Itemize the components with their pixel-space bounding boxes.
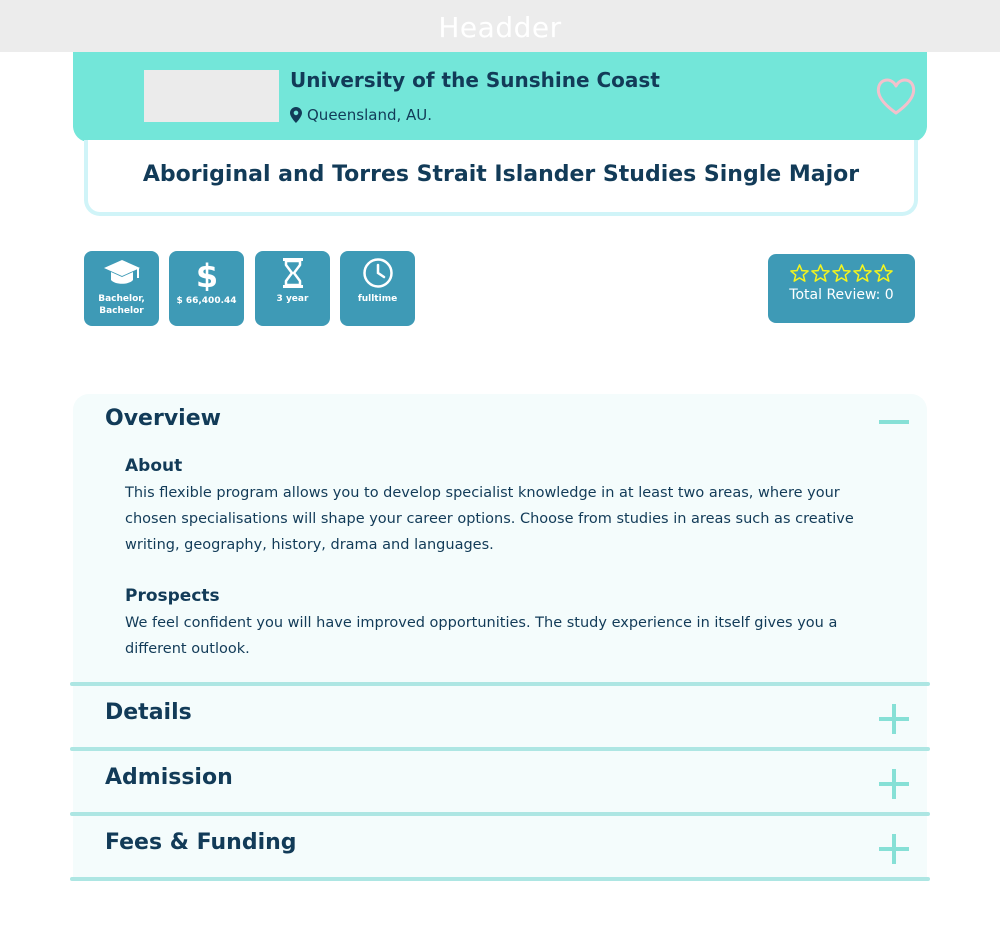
- collapse-minus-icon[interactable]: [879, 420, 909, 424]
- fee-label: $ 66,400.44: [176, 296, 237, 306]
- fees-funding-panel[interactable]: Fees & Funding: [73, 816, 927, 877]
- degree-tile: Bachelor, Bachelor: [84, 251, 159, 326]
- study-mode-tile: fulltime: [340, 251, 415, 326]
- dollar-icon: $: [195, 257, 217, 291]
- location-text: Queensland, AU.: [307, 106, 433, 124]
- details-panel[interactable]: Details: [73, 686, 927, 747]
- star-icon[interactable]: [874, 264, 893, 283]
- duration-label: 3 year: [276, 294, 309, 304]
- course-title-box: Aboriginal and Torres Strait Islander St…: [84, 140, 918, 216]
- map-pin-icon: [290, 107, 302, 123]
- prospects-heading: Prospects: [125, 586, 220, 606]
- fees-funding-title[interactable]: Fees & Funding: [105, 830, 297, 855]
- graduation-cap-icon: [103, 260, 140, 284]
- university-name[interactable]: University of the Sunshine Coast: [290, 68, 660, 92]
- svg-text:$: $: [195, 257, 217, 291]
- star-rating[interactable]: [768, 264, 915, 283]
- expand-plus-icon[interactable]: [879, 704, 909, 734]
- duration-tile: 3 year: [255, 251, 330, 326]
- admission-panel[interactable]: Admission: [73, 751, 927, 812]
- page-header: Headder: [0, 0, 1000, 52]
- expand-plus-icon[interactable]: [879, 769, 909, 799]
- prospects-text: We feel confident you will have improved…: [125, 615, 838, 657]
- accordion-divider: [70, 877, 930, 881]
- star-icon[interactable]: [790, 264, 809, 283]
- about-text: This flexible program allows you to deve…: [125, 485, 854, 553]
- header-title: Headder: [438, 11, 562, 44]
- overview-panel: Overview About This flexible program all…: [73, 394, 927, 682]
- star-icon[interactable]: [853, 264, 872, 283]
- hourglass-icon: [282, 258, 303, 288]
- admission-title[interactable]: Admission: [105, 765, 233, 790]
- review-summary[interactable]: Total Review: 0: [768, 254, 915, 323]
- total-review-label: Total Review: 0: [789, 287, 894, 303]
- university-location: Queensland, AU.: [290, 106, 432, 124]
- about-heading: About: [125, 456, 183, 476]
- details-title[interactable]: Details: [105, 700, 192, 725]
- university-logo: [144, 70, 279, 122]
- expand-plus-icon[interactable]: [879, 834, 909, 864]
- degree-label: Bachelor, Bachelor: [98, 294, 145, 316]
- favorite-heart-icon[interactable]: [875, 76, 917, 116]
- clock-icon: [362, 258, 393, 288]
- course-title: Aboriginal and Torres Strait Islander St…: [142, 161, 860, 187]
- study-mode-label: fulltime: [357, 294, 398, 304]
- star-icon[interactable]: [811, 264, 830, 283]
- university-card: University of the Sunshine Coast Queensl…: [73, 52, 927, 142]
- fee-tile: $ $ 66,400.44: [169, 251, 244, 326]
- course-accordion: Overview About This flexible program all…: [70, 394, 930, 881]
- star-icon[interactable]: [832, 264, 851, 283]
- overview-title[interactable]: Overview: [105, 406, 221, 431]
